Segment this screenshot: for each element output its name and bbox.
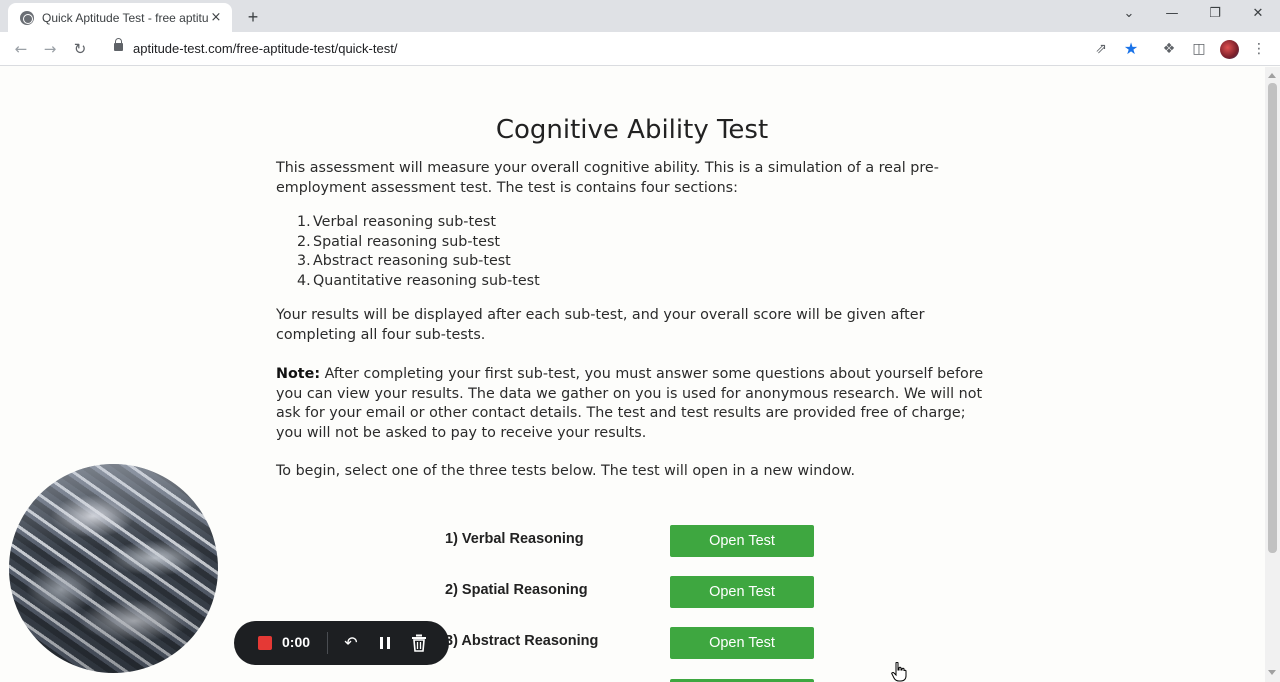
forward-arrow-icon[interactable]: → [40,39,60,59]
test-label: 1) Verbal Reasoning [445,531,584,547]
back-arrow-icon[interactable]: ← [11,39,31,59]
note-label: Note: [276,366,321,382]
browser-tab[interactable]: Quick Aptitude Test - free aptitude × [8,3,232,32]
note-text: After completing your first sub-test, yo… [276,366,984,441]
open-test-abstract-button[interactable]: Open Test [670,627,814,659]
side-panel-icon[interactable]: ◫ [1190,40,1208,58]
undo-icon[interactable]: ↶ [341,632,361,654]
list-item: 4. Quantitative reasoning sub-test [297,272,540,289]
recording-timer: 0:00 [282,634,311,650]
begin-paragraph: To begin, select one of the three tests … [276,463,856,479]
hand-cursor-icon [891,662,907,682]
scroll-down-arrow-icon[interactable] [1268,670,1276,675]
extensions-puzzle-icon[interactable]: ❖ [1160,40,1178,58]
webcam-overlay[interactable] [9,464,218,673]
tab-title: Quick Aptitude Test - free aptitude [42,10,208,25]
address-bar[interactable]: aptitude-test.com/free-aptitude-test/qui… [133,41,397,56]
tab-search-chevron-icon[interactable]: ⌄ [1117,4,1141,24]
lock-icon[interactable] [114,38,123,51]
stop-recording-button[interactable] [258,636,272,650]
page-scrollbar[interactable] [1265,67,1280,682]
divider [327,632,328,654]
page-title: Cognitive Ability Test [495,115,769,145]
results-paragraph: Your results will be displayed after eac… [276,307,925,343]
list-item: 3. Abstract reasoning sub-test [297,253,511,269]
note-paragraph: Note: After completing your first sub-te… [276,365,988,443]
scroll-thumb[interactable] [1268,83,1277,553]
profile-avatar[interactable] [1220,40,1239,59]
recorder-controls: 0:00 ↶ [234,621,449,665]
sections-list: 1. Verbal reasoning sub-test 2. Spatial re… [297,213,540,291]
intro-paragraph: This assessment will measure your overal… [276,160,939,196]
list-item: 1. Verbal reasoning sub-test [297,214,496,230]
menu-kebab-icon[interactable]: ⋮ [1250,40,1268,58]
browser-toolbar: ← → ↻ aptitude-test.com/free-aptitude-te… [0,32,1280,66]
open-test-spatial-button[interactable]: Open Test [670,576,814,608]
test-row-abstract: 3) Abstract Reasoning Open Test [445,627,845,661]
bookmark-star-icon[interactable]: ★ [1122,40,1140,58]
restore-button[interactable]: ❐ [1203,4,1227,24]
test-label: 3) Abstract Reasoning [445,633,599,649]
minimize-button[interactable]: — [1160,4,1184,24]
list-item: 2. Spatial reasoning sub-test [297,233,500,250]
tab-close-icon[interactable]: × [208,10,224,25]
reload-icon[interactable]: ↻ [70,39,90,59]
test-row-verbal: 1) Verbal Reasoning Open Test [445,525,845,559]
test-row-spatial: 2) Spatial Reasoning Open Test [445,576,845,610]
open-test-verbal-button[interactable]: Open Test [670,525,814,557]
tab-strip: Quick Aptitude Test - free aptitude × + … [0,0,1280,32]
test-label: 2) Spatial Reasoning [445,582,588,598]
pause-icon[interactable] [375,632,395,654]
trash-icon[interactable] [409,632,429,654]
close-window-button[interactable]: ✕ [1246,4,1270,24]
share-icon[interactable]: ⇗ [1092,40,1110,58]
scroll-up-arrow-icon[interactable] [1268,73,1276,78]
globe-icon [20,10,34,25]
new-tab-button[interactable]: + [242,6,264,28]
